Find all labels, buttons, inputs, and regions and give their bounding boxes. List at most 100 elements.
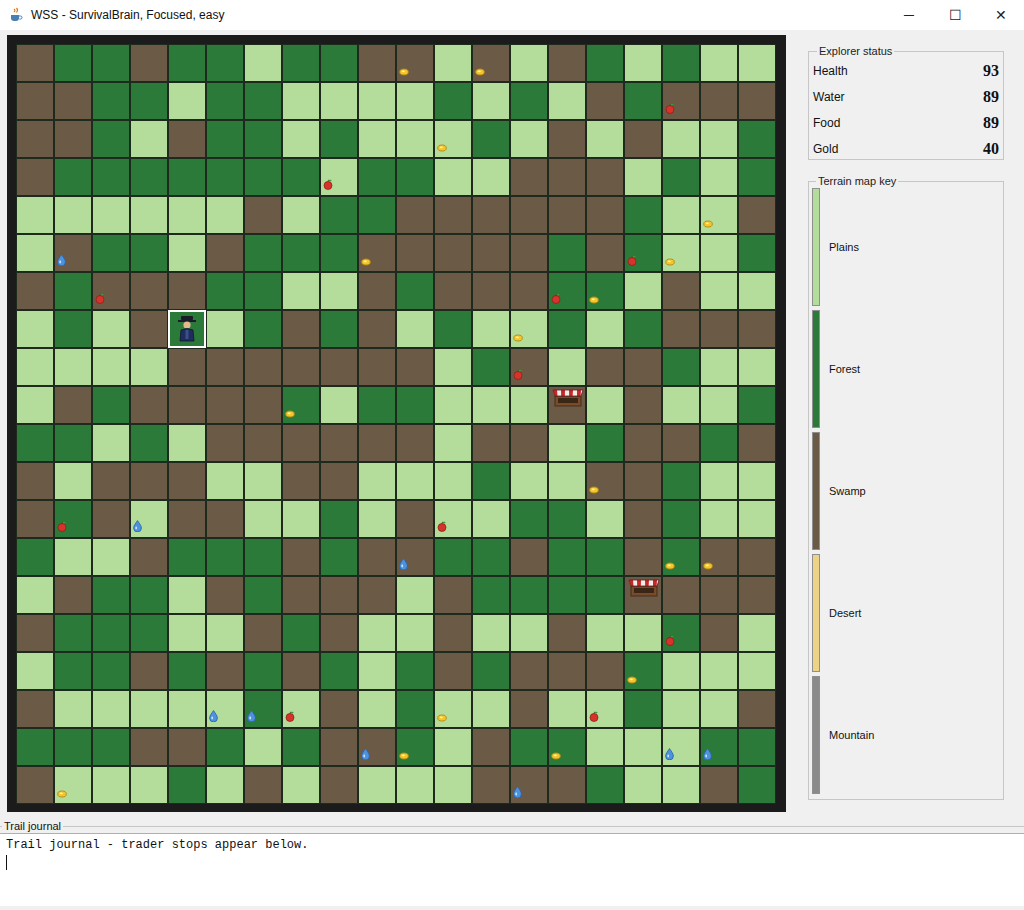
terrain-cell xyxy=(700,44,738,82)
terrain-cell xyxy=(282,120,320,158)
terrain-cell xyxy=(434,728,472,766)
terrain-cell xyxy=(434,424,472,462)
terrain-cell xyxy=(130,538,168,576)
terrain-cell xyxy=(54,614,92,652)
terrain-cell xyxy=(320,690,358,728)
terrain-cell xyxy=(396,386,434,424)
terrain-cell xyxy=(16,120,54,158)
terrain-cell xyxy=(586,386,624,424)
terrain-cell xyxy=(92,652,130,690)
maximize-button[interactable]: ☐ xyxy=(932,0,978,30)
terrain-cell xyxy=(358,424,396,462)
terrain-cell xyxy=(92,310,130,348)
terrain-cell xyxy=(206,82,244,120)
gold-coin-icon xyxy=(399,68,409,76)
key-label: Mountain xyxy=(829,727,874,744)
terrain-cell xyxy=(586,500,624,538)
journal-text-area[interactable]: Trail journal - trader stops appear belo… xyxy=(0,833,1024,906)
terrain-cell xyxy=(472,462,510,500)
terrain-cell xyxy=(168,348,206,386)
terrain-cell xyxy=(92,576,130,614)
terrain-cell xyxy=(510,310,548,348)
terrain-cell xyxy=(396,538,434,576)
terrain-cell xyxy=(168,538,206,576)
terrain-cell xyxy=(168,82,206,120)
terrain-cell xyxy=(472,386,510,424)
terrain-cell xyxy=(700,158,738,196)
terrain-cell xyxy=(434,120,472,158)
terrain-cell xyxy=(320,462,358,500)
terrain-cell xyxy=(206,44,244,82)
trader-stall-icon xyxy=(552,389,584,407)
terrain-cell xyxy=(510,576,548,614)
gold-coin-icon xyxy=(589,296,599,304)
terrain-cell xyxy=(662,766,700,804)
terrain-cell xyxy=(396,614,434,652)
terrain-cell xyxy=(130,500,168,538)
terrain-cell xyxy=(700,310,738,348)
terrain-cell xyxy=(358,576,396,614)
terrain-cell xyxy=(434,234,472,272)
journal-line: Trail journal - trader stops appear belo… xyxy=(6,838,1018,853)
terrain-cell xyxy=(244,576,282,614)
terrain-cell xyxy=(206,576,244,614)
minimize-button[interactable]: ─ xyxy=(886,0,932,30)
terrain-cell xyxy=(586,728,624,766)
terrain-cell xyxy=(92,82,130,120)
terrain-cell xyxy=(358,44,396,82)
terrain-cell xyxy=(510,728,548,766)
terrain-cell xyxy=(168,614,206,652)
terrain-cell xyxy=(244,82,282,120)
terrain-cell xyxy=(282,348,320,386)
terrain-cell xyxy=(624,652,662,690)
terrain-cell xyxy=(700,728,738,766)
terrain-cell xyxy=(320,538,358,576)
terrain-cell xyxy=(358,196,396,234)
terrain-cell xyxy=(738,728,776,766)
terrain-cell xyxy=(206,728,244,766)
terrain-cell xyxy=(320,766,358,804)
terrain-cell xyxy=(92,462,130,500)
terrain-cell xyxy=(662,728,700,766)
terrain-cell xyxy=(206,614,244,652)
terrain-cell xyxy=(548,652,586,690)
terrain-cell xyxy=(168,272,206,310)
terrain-cell xyxy=(282,538,320,576)
terrain-cell xyxy=(434,44,472,82)
terrain-cell xyxy=(586,614,624,652)
terrain-cell xyxy=(92,614,130,652)
terrain-cell xyxy=(738,234,776,272)
terrain-cell xyxy=(624,614,662,652)
terrain-cell xyxy=(54,234,92,272)
terrain-cell xyxy=(738,424,776,462)
terrain-cell xyxy=(738,500,776,538)
terrain-cell xyxy=(472,424,510,462)
key-label: Desert xyxy=(829,605,861,622)
status-value: 89 xyxy=(983,111,999,135)
terrain-cell xyxy=(206,500,244,538)
terrain-cell xyxy=(54,120,92,158)
terrain-cell xyxy=(16,614,54,652)
terrain-cell xyxy=(130,82,168,120)
terrain-cell xyxy=(548,310,586,348)
terrain-cell xyxy=(624,196,662,234)
terrain-cell xyxy=(206,348,244,386)
terrain-cell xyxy=(586,120,624,158)
terrain-cell xyxy=(130,652,168,690)
apple-icon xyxy=(551,293,561,304)
gold-coin-icon xyxy=(703,562,713,570)
terrain-cell xyxy=(320,234,358,272)
apple-icon xyxy=(627,255,637,266)
apple-icon xyxy=(323,179,333,190)
close-button[interactable]: ✕ xyxy=(978,0,1024,30)
status-label: Gold xyxy=(813,140,838,158)
terrain-cell xyxy=(244,310,282,348)
terrain-cell xyxy=(548,386,586,424)
explorer-status: Explorer status Health93Water89Food89Gol… xyxy=(808,45,1004,160)
terrain-cell xyxy=(510,348,548,386)
terrain-cell xyxy=(396,196,434,234)
terrain-cell xyxy=(662,120,700,158)
terrain-cell xyxy=(244,272,282,310)
gold-coin-icon xyxy=(437,714,447,722)
terrain-cell xyxy=(472,196,510,234)
